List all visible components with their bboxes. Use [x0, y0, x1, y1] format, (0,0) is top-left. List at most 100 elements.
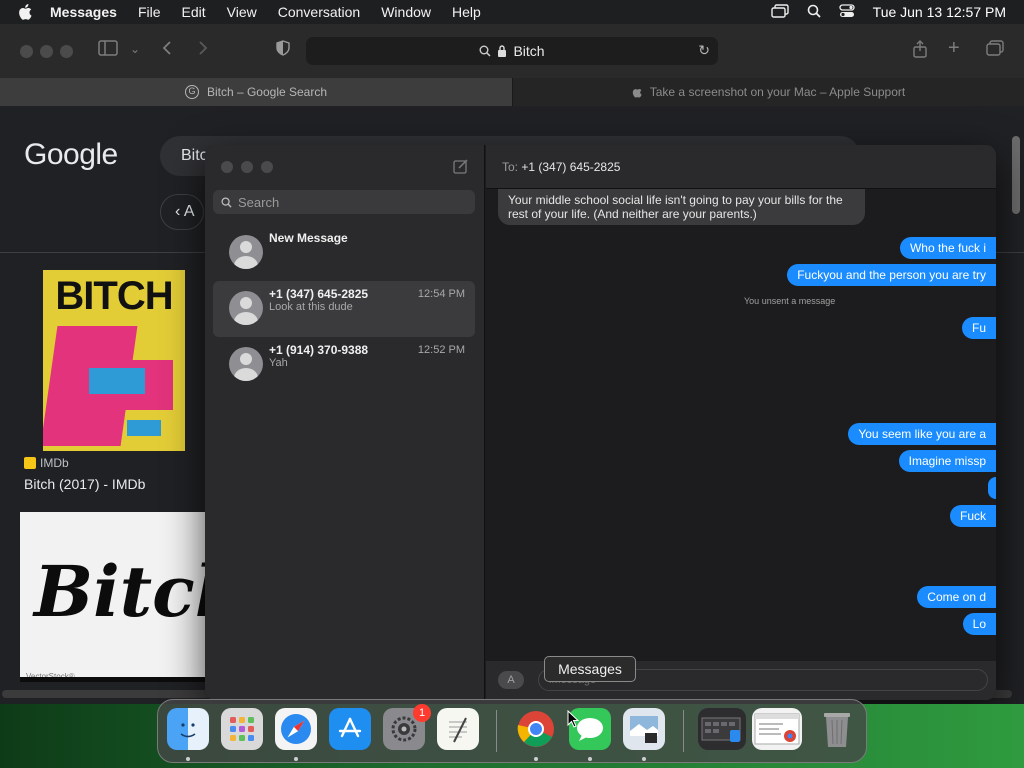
window-minimize-button[interactable] — [40, 45, 53, 58]
finder-icon[interactable] — [167, 708, 209, 750]
privacy-shield-icon[interactable] — [276, 40, 290, 61]
tab-bar: G Bitch – Google Search Take a screensho… — [0, 78, 1024, 106]
launchpad-icon[interactable] — [221, 708, 263, 750]
conversation-time: 12:52 PM — [417, 344, 465, 356]
messages-minimize-button[interactable] — [241, 161, 253, 173]
tab-overview-icon[interactable] — [986, 40, 1004, 61]
reload-icon[interactable]: ↻ — [698, 42, 710, 59]
apple-favicon-icon — [632, 89, 642, 98]
screenshot-stack-icon[interactable] — [698, 708, 746, 750]
lock-icon — [498, 45, 507, 57]
conversation-item[interactable]: +1 (914) 370-9388 Yah 12:52 PM — [213, 337, 475, 393]
spotlight-search-icon[interactable] — [807, 4, 821, 21]
messages-window: Search New Message +1 (347) 645-2825 Loo… — [205, 145, 996, 700]
window-zoom-button[interactable] — [60, 45, 73, 58]
dock-separator — [683, 710, 684, 752]
notification-badge: 1 — [413, 704, 431, 722]
conversation-preview: Look at this dude — [269, 301, 353, 313]
message-bubble-outgoing[interactable]: Lo — [962, 613, 996, 635]
result-poster-image[interactable]: BITCH — [43, 270, 185, 451]
imdb-icon — [24, 457, 36, 469]
avatar — [229, 235, 263, 269]
recipient[interactable]: +1 (347) 645-2825 — [521, 160, 620, 174]
conversation-new-message[interactable]: New Message — [213, 225, 475, 281]
dock-tooltip: Messages — [544, 656, 636, 682]
system-settings-icon[interactable]: 1 — [383, 704, 431, 750]
message-bubble-outgoing[interactable]: Fuck — [949, 505, 996, 527]
avatar — [229, 291, 263, 325]
result-title-link[interactable]: Bitch (2017) - IMDb — [24, 476, 145, 492]
vertical-scrollbar[interactable] — [1012, 136, 1020, 214]
message-bubble-outgoing[interactable]: Imagine missp — [898, 450, 996, 472]
system-note: You unsent a message — [744, 296, 836, 306]
google-back-chip[interactable]: ‹ A — [160, 194, 204, 230]
address-text: Bitch — [513, 43, 545, 59]
messages-zoom-button[interactable] — [261, 161, 273, 173]
messages-search-input[interactable]: Search — [213, 190, 475, 214]
message-bubble-outgoing[interactable] — [988, 477, 996, 499]
avatar — [229, 347, 263, 381]
conversation-name: +1 (347) 645-2825 — [269, 287, 369, 301]
conversation-name: New Message — [269, 231, 348, 245]
textedit-icon[interactable] — [437, 708, 479, 750]
dock-separator — [496, 710, 497, 752]
conversation-sidebar: Search New Message +1 (347) 645-2825 Loo… — [205, 145, 485, 700]
compose-icon[interactable] — [453, 158, 469, 179]
running-indicator — [294, 757, 298, 761]
dock: 1 — [157, 699, 867, 763]
conversation-item[interactable]: +1 (347) 645-2825 Look at this dude 12:5… — [213, 281, 475, 337]
running-indicator — [186, 757, 190, 761]
safari-icon[interactable] — [275, 708, 317, 750]
preview-icon[interactable] — [623, 708, 665, 750]
menu-bar: Messages File Edit View Conversation Win… — [0, 0, 1024, 24]
menu-messages[interactable]: Messages — [50, 4, 117, 20]
menu-help[interactable]: Help — [452, 4, 481, 20]
screen-mirroring-icon[interactable] — [770, 3, 789, 21]
message-bubble-outgoing[interactable]: Fu — [961, 317, 996, 339]
running-indicator — [642, 757, 646, 761]
control-center-icon[interactable] — [839, 3, 855, 21]
menu-window[interactable]: Window — [381, 4, 431, 20]
conversation-name: +1 (914) 370-9388 — [269, 343, 369, 357]
trash-icon[interactable] — [816, 708, 858, 750]
apple-menu-icon[interactable] — [18, 4, 36, 20]
menu-edit[interactable]: Edit — [182, 4, 206, 20]
tab-google-search[interactable]: G Bitch – Google Search — [0, 78, 512, 106]
address-bar[interactable]: Bitch ↻ — [306, 37, 718, 65]
search-icon — [479, 45, 491, 57]
message-bubble-incoming[interactable]: Your middle school social life isn't goi… — [498, 189, 865, 225]
messages-close-button[interactable] — [221, 161, 233, 173]
menu-view[interactable]: View — [227, 4, 257, 20]
back-arrow-icon[interactable] — [162, 40, 172, 61]
result-source: IMDb — [24, 456, 69, 470]
chrome-icon[interactable] — [515, 708, 557, 750]
message-bubble-outgoing[interactable]: Fuckyou and the person you are try — [787, 264, 996, 286]
menubar-clock[interactable]: Tue Jun 13 12:57 PM — [873, 4, 1006, 20]
menu-file[interactable]: File — [138, 4, 161, 20]
to-label: To: — [502, 160, 519, 174]
menu-conversation[interactable]: Conversation — [278, 4, 361, 20]
safari-toolbar: ⌄ Bitch ↻ + — [0, 24, 1024, 78]
search-icon — [221, 196, 232, 208]
forward-arrow-icon[interactable] — [198, 40, 208, 61]
conversation-header: To: +1 (347) 645-2825 — [486, 145, 996, 189]
chrome-window-thumbnail-icon[interactable] — [752, 708, 802, 750]
new-tab-icon[interactable]: + — [948, 37, 960, 60]
google-logo[interactable]: Google — [24, 138, 118, 172]
message-bubble-outgoing[interactable]: You seem like you are a — [848, 423, 996, 445]
message-bubble-outgoing[interactable]: Come on d — [917, 586, 996, 608]
sidebar-toggle-icon[interactable] — [98, 40, 118, 61]
result-graffiti-image[interactable]: Bitch VectorStock® — [20, 512, 205, 682]
running-indicator — [534, 757, 538, 761]
chevron-down-icon[interactable]: ⌄ — [130, 42, 140, 56]
tab-label: Take a screenshot on your Mac – Apple Su… — [649, 85, 906, 99]
tab-apple-support[interactable]: Take a screenshot on your Mac – Apple Su… — [512, 78, 1024, 106]
message-bubble-outgoing[interactable]: Who the fuck i — [899, 237, 996, 259]
mouse-cursor-icon — [567, 710, 579, 728]
running-indicator — [588, 757, 592, 761]
app-store-apps-icon[interactable]: A — [498, 671, 524, 689]
share-icon[interactable] — [912, 40, 928, 63]
window-close-button[interactable] — [20, 45, 33, 58]
app-store-icon[interactable] — [329, 708, 371, 750]
tab-label: Bitch – Google Search — [206, 85, 328, 99]
